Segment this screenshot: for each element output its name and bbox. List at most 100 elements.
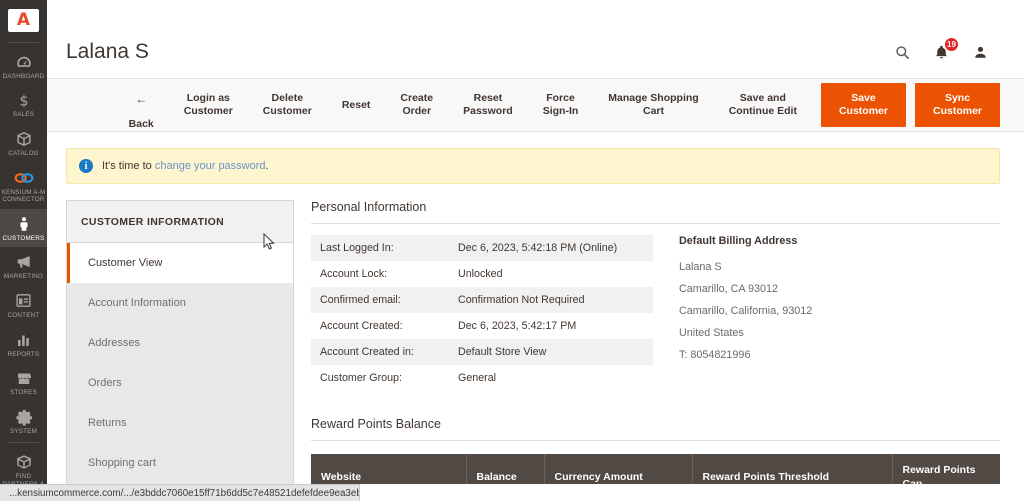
sidebar-item-account-information[interactable]: Account Information [67, 283, 293, 323]
save-and-continue-edit-button[interactable]: Save and Continue Edit [714, 86, 812, 124]
page-header: Lalana S 19 [47, 0, 1024, 78]
svg-text:$: $ [19, 94, 28, 110]
main-content: Lalana S 19 ← Back Login as Customer Del… [47, 0, 1024, 501]
primary-sidebar: A Dashboard $ Sales Catalog [0, 0, 47, 501]
sidebar-item-system[interactable]: System [0, 402, 47, 441]
sidebar-item-orders[interactable]: Orders [67, 363, 293, 403]
personal-information-table: Last Logged In: Dec 6, 2023, 5:42:18 PM … [311, 235, 653, 391]
customer-information-panel: Customer Information Customer View Accou… [66, 200, 294, 501]
sync-customer-button[interactable]: Sync Customer [914, 83, 1000, 127]
sidebar-label: Kensium A-M Connector [1, 188, 46, 204]
back-button[interactable]: ← Back [114, 74, 169, 137]
sidebar-label: Reports [7, 350, 40, 358]
delete-customer-button[interactable]: Delete Customer [248, 86, 327, 124]
login-as-customer-button[interactable]: Login as Customer [169, 86, 248, 124]
billing-address-heading: Default Billing Address [679, 235, 798, 247]
info-icon: i [79, 159, 93, 173]
address-line: Lalana S [679, 261, 722, 273]
person-icon [14, 214, 34, 234]
back-arrow-icon: ← [135, 91, 148, 106]
row-value: Unlocked [458, 268, 503, 280]
password-notice: i It's time to change your password. [66, 148, 1000, 184]
dashboard-icon [14, 52, 34, 72]
row-label: Account Lock: [320, 268, 388, 280]
customer-information-heading: Customer Information [67, 201, 293, 243]
address-line: United States [679, 327, 744, 339]
customer-detail: Personal Information Last Logged In: Dec… [311, 200, 1000, 501]
row-value: Dec 6, 2023, 5:42:17 PM [458, 320, 577, 332]
bar-chart-icon [14, 330, 34, 350]
row-value: Dec 6, 2023, 5:42:18 PM (Online) [458, 242, 618, 254]
sidebar-item-kensium-connector[interactable]: Kensium A-M Connector [0, 163, 47, 209]
reward-points-title: Reward Points Balance [311, 417, 1000, 441]
table-row: Account Lock: Unlocked [311, 261, 653, 287]
nav-divider-top [8, 41, 39, 43]
message-area: i It's time to change your password. [47, 132, 1024, 184]
sidebar-label: Marketing [3, 273, 44, 281]
sidebar-label: Customers [2, 234, 45, 242]
manage-shopping-cart-button[interactable]: Manage Shopping Cart [593, 86, 713, 124]
sidebar-item-shopping-cart[interactable]: Shopping cart [67, 443, 293, 483]
logo-mark: A [16, 9, 31, 30]
magento-logo[interactable]: A [8, 9, 39, 32]
user-icon[interactable] [970, 42, 990, 62]
box-icon [14, 129, 34, 149]
sidebar-label: Sales [12, 111, 35, 119]
back-button-label: Back [128, 117, 154, 130]
sidebar-item-content[interactable]: Content [0, 286, 47, 325]
address-line: Camarillo, California, 93012 [679, 305, 813, 317]
row-value: Default Store View [458, 346, 547, 358]
reset-password-button[interactable]: Reset Password [448, 86, 528, 124]
notification-badge: 19 [944, 37, 959, 52]
browser-status-bar: ...kensiumcommerce.com/.../e3bddc7060e15… [0, 484, 360, 501]
reset-button[interactable]: Reset [327, 93, 386, 118]
save-customer-button[interactable]: Save Customer [820, 83, 906, 127]
password-notice-text: It's time to change your password. [102, 160, 269, 172]
bell-icon[interactable]: 19 [931, 37, 959, 62]
sidebar-label: Stores [10, 389, 37, 397]
row-value: General [458, 372, 497, 384]
sidebar-label: System [9, 427, 38, 435]
row-value: Confirmation Not Required [458, 294, 585, 306]
gear-icon [14, 407, 34, 427]
row-label: Customer Group: [320, 372, 402, 384]
storefront-icon [14, 368, 34, 388]
row-label: Account Created: [320, 320, 403, 332]
change-password-link[interactable]: change your password [155, 160, 266, 172]
header-actions: 19 [892, 37, 1000, 62]
sidebar-item-dashboard[interactable]: Dashboard [0, 47, 47, 86]
sidebar-item-stores[interactable]: Stores [0, 363, 47, 402]
sidebar-item-sales[interactable]: $ Sales [0, 85, 47, 124]
table-row: Account Created: Dec 6, 2023, 5:42:17 PM [311, 313, 653, 339]
row-label: Confirmed email: [320, 294, 401, 306]
sidebar-label: Content [7, 311, 40, 319]
layout-icon [14, 291, 34, 311]
default-billing-address: Default Billing Address Lalana S Camaril… [677, 235, 1000, 391]
sidebar-item-addresses[interactable]: Addresses [67, 323, 293, 363]
search-icon[interactable] [892, 42, 912, 62]
customer-content: Customer Information Customer View Accou… [47, 184, 1024, 501]
personal-information-columns: Last Logged In: Dec 6, 2023, 5:42:18 PM … [311, 235, 1000, 391]
sidebar-label: Dashboard [2, 72, 45, 80]
row-label: Account Created in: [320, 346, 414, 358]
nav-divider-bottom [8, 442, 39, 444]
table-row: Customer Group: General [311, 365, 653, 391]
create-order-button[interactable]: Create Order [385, 86, 448, 124]
sidebar-label: Catalog [8, 150, 39, 158]
force-sign-in-button[interactable]: Force Sign-In [528, 86, 594, 124]
row-label: Last Logged In: [320, 242, 394, 254]
sidebar-item-reports[interactable]: Reports [0, 325, 47, 364]
link-icon [14, 168, 34, 188]
sidebar-item-customers[interactable]: Customers [0, 208, 47, 248]
megaphone-icon [14, 252, 34, 272]
sidebar-item-returns[interactable]: Returns [67, 403, 293, 443]
personal-information-title: Personal Information [311, 200, 1000, 224]
sidebar-item-customer-view[interactable]: Customer View [67, 243, 293, 283]
status-url: ...kensiumcommerce.com/.../e3bddc7060e15… [9, 487, 360, 499]
page-title: Lalana S [66, 40, 149, 63]
page-actions-toolbar: ← Back Login as Customer Delete Customer… [47, 78, 1024, 132]
sidebar-item-marketing[interactable]: Marketing [0, 247, 47, 286]
sidebar-item-catalog[interactable]: Catalog [0, 124, 47, 163]
table-row: Confirmed email: Confirmation Not Requir… [311, 287, 653, 313]
address-line: Camarillo, CA 93012 [679, 283, 779, 295]
